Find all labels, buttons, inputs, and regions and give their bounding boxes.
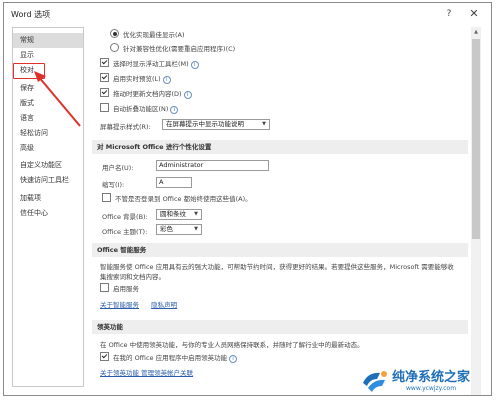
checkbox-label: 拖动时更新文档内容(D) xyxy=(113,90,182,98)
dropdown-value: 彩色 xyxy=(160,225,173,233)
info-icon: i xyxy=(162,76,171,84)
about-smart-services-link[interactable]: 关于智能服务 xyxy=(100,301,139,309)
help-button[interactable]: ? xyxy=(442,7,456,21)
radio-button[interactable] xyxy=(110,29,119,38)
watermark-brand: 纯净系统之家 xyxy=(392,370,471,385)
checkbox-label: 在我的 Office 应用程序中启用领英功能 xyxy=(113,354,228,362)
checkbox[interactable] xyxy=(100,58,109,67)
checkbox-mini-toolbar[interactable]: 选择时显示浮动工具栏(M) i xyxy=(100,58,199,71)
sidebar-item-general[interactable]: 常规 xyxy=(13,33,83,48)
info-icon: i xyxy=(190,61,199,69)
checkbox-label: 自动折叠功能区(N) xyxy=(113,105,169,113)
radio-label: 针对兼容性优化(需要重启应用程序)(C) xyxy=(123,45,236,53)
scroll-up-arrow-icon[interactable]: ▲ xyxy=(471,27,481,37)
radio-optimize-display[interactable]: 优化实现最佳显示(A) xyxy=(110,29,185,42)
linkedin-description: 在 Office 中使用领英功能，与你的专业人员网络保持联系，并随时了解行业中的… xyxy=(100,341,364,349)
office-background-label: Office 背景(B): xyxy=(102,213,148,221)
personalize-section-header: 对 Microsoft Office 进行个性化设置 xyxy=(92,140,468,154)
smart-services-description: 智能服务使 Office 应用具有云的强大功能，可帮助节约时间，获得更好的结果。… xyxy=(100,263,454,281)
checkbox-update-drag[interactable]: 拖动时更新文档内容(D) i xyxy=(100,88,192,101)
sidebar-item-trust-center[interactable]: 信任中心 xyxy=(13,206,83,221)
watermark-logo-icon xyxy=(363,371,387,392)
username-label: 用户名(U): xyxy=(102,164,134,172)
linkedin-links: 关于领英功能 管理领英帐户关联 xyxy=(100,367,193,380)
chevron-down-icon: ▼ xyxy=(194,211,198,217)
checkbox[interactable] xyxy=(102,193,111,202)
checkbox-collapse-ribbon[interactable]: 自动折叠功能区(N) i xyxy=(100,103,179,116)
tooltip-style-dropdown[interactable]: 在屏幕提示中显示功能说明 ▼ xyxy=(162,119,270,130)
options-content: 优化实现最佳显示(A) 针对兼容性优化(需要重启应用程序)(C) 选择时显示浮动… xyxy=(92,27,468,395)
checkbox[interactable] xyxy=(100,88,109,97)
checkbox[interactable] xyxy=(100,352,109,361)
vertical-scrollbar[interactable]: ▲ xyxy=(471,27,481,395)
sidebar-item-customize-ribbon[interactable]: 自定义功能区 xyxy=(13,158,83,173)
checkbox[interactable] xyxy=(100,73,109,82)
info-icon: i xyxy=(183,91,192,99)
watermark-url: www.ycwjzy.com xyxy=(406,385,457,392)
privacy-statement-link[interactable]: 隐私声明 xyxy=(151,301,177,309)
info-icon: i xyxy=(170,106,179,114)
linkedin-section-header: 领英功能 xyxy=(92,320,468,334)
checkbox-live-preview[interactable]: 启用实时预览(L) i xyxy=(100,73,171,86)
site-watermark: 纯净系统之家 www.ycwjzy.com xyxy=(360,360,495,400)
checkbox[interactable] xyxy=(100,103,109,112)
checkbox-enable-linkedin[interactable]: 在我的 Office 应用程序中启用领英功能 i xyxy=(100,352,238,365)
linkedin-links-text[interactable]: 关于领英功能 管理领英帐户关联 xyxy=(100,369,193,377)
dropdown-value: 圆和条纹 xyxy=(160,210,186,218)
checkbox-always-use[interactable]: 不管是否登录到 Office 都始终使用这些值(A)。 xyxy=(102,193,252,206)
initials-label: 缩写(I): xyxy=(102,181,125,189)
title-bar: Word 选项 ? ✕ xyxy=(4,3,491,25)
smart-services-section-header: Office 智能服务 xyxy=(92,243,468,257)
radio-label: 优化实现最佳显示(A) xyxy=(123,31,185,39)
radio-optimize-compat[interactable]: 针对兼容性优化(需要重启应用程序)(C) xyxy=(110,43,235,56)
office-background-dropdown[interactable]: 圆和条纹 ▼ xyxy=(156,209,202,220)
sidebar-item-advanced[interactable]: 高级 xyxy=(13,141,83,156)
close-button[interactable]: ✕ xyxy=(467,7,481,21)
tooltip-style-label: 屏幕提示样式(R): xyxy=(100,123,151,131)
checkbox-label: 不管是否登录到 Office 都始终使用这些值(A)。 xyxy=(115,195,252,203)
checkbox-label: 启用服务 xyxy=(113,285,139,293)
smart-services-links: 关于智能服务 隐私声明 xyxy=(100,299,177,312)
red-arrow-annotation xyxy=(34,71,81,127)
info-icon: i xyxy=(229,355,238,363)
sidebar-item-addins[interactable]: 加载项 xyxy=(13,191,83,206)
scroll-thumb[interactable] xyxy=(472,39,480,239)
initials-input[interactable]: A xyxy=(156,177,192,188)
checkbox-label: 启用实时预览(L) xyxy=(113,75,161,83)
checkbox-enable-services[interactable]: 启用服务 xyxy=(100,283,139,296)
office-theme-label: Office 主题(T): xyxy=(102,228,148,236)
office-theme-dropdown[interactable]: 彩色 ▼ xyxy=(156,224,202,235)
word-options-window: Word 选项 ? ✕ 常规 显示 校对 保存 版式 语言 轻松访问 高级 自定… xyxy=(3,2,492,396)
sidebar-item-quick-access[interactable]: 快速访问工具栏 xyxy=(13,173,83,188)
checkbox-label: 选择时显示浮动工具栏(M) xyxy=(113,60,189,68)
window-title: Word 选项 xyxy=(11,10,51,19)
checkbox[interactable] xyxy=(100,283,109,292)
chevron-down-icon: ▼ xyxy=(262,121,266,127)
dropdown-value: 在屏幕提示中显示功能说明 xyxy=(166,120,244,128)
radio-button[interactable] xyxy=(110,43,119,52)
username-input[interactable]: Administrator xyxy=(156,160,269,171)
chevron-down-icon: ▼ xyxy=(194,226,198,232)
